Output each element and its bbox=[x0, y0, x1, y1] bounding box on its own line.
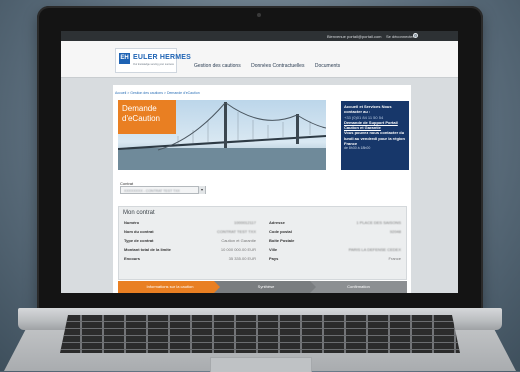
row-label-left: Type de contrat bbox=[124, 238, 154, 243]
row-value-right: 92048 bbox=[389, 229, 401, 234]
row-value-left: CONTRAT TEST TXX bbox=[217, 229, 256, 234]
user-welcome[interactable]: Bienvenue portail@portail.com bbox=[327, 34, 382, 39]
contact-title: Accueil et Services Nous contacter au : bbox=[344, 104, 392, 115]
row-label-right: Boîte Postale bbox=[269, 238, 295, 243]
row-value-right: PARIS LA DEFENSE CEDEX bbox=[348, 247, 401, 252]
main-nav: Gestion des cautions Données Contractuel… bbox=[194, 63, 349, 69]
contrat-selected-value: XXXXXXXX - CONTRAT TEST TXX bbox=[124, 188, 180, 193]
row-value-left: Caution et Garantie bbox=[221, 238, 256, 243]
contract-row: Nom du contrat CONTRAT TEST TXX Code pos… bbox=[119, 229, 406, 235]
euler-hermes-logo[interactable]: EH EULER HERMES Our knowledge serving yo… bbox=[115, 48, 191, 73]
nav-item-documents[interactable]: Documents bbox=[315, 63, 340, 69]
row-value-left: 1000012117 bbox=[234, 220, 256, 225]
chevron-down-icon[interactable]: ▾ bbox=[198, 186, 205, 194]
step-synthese[interactable]: Synthèse bbox=[214, 281, 318, 293]
contract-row: Encours 35 335.00 EUR Pays France bbox=[119, 256, 406, 262]
breadcrumb[interactable]: Accueil > Gestion des cautions > Demande… bbox=[115, 91, 200, 95]
logo-tagline: Our knowledge serving your success bbox=[133, 63, 174, 66]
gear-icon[interactable]: ⚙ bbox=[413, 33, 418, 38]
row-label-right: Ville bbox=[269, 247, 278, 252]
row-value-left: 35 335.00 EUR bbox=[228, 256, 256, 261]
nav-item-donnees-contractuelles[interactable]: Données Contractuelles bbox=[251, 63, 304, 69]
row-value-left: 10 000 000.00 EUR bbox=[220, 247, 256, 252]
row-value-right: 1 PLACE DES SAISONS bbox=[356, 220, 401, 225]
trackpad bbox=[210, 357, 312, 372]
hero-banner: Demande d'eCaution bbox=[118, 100, 326, 170]
keyboard-rows bbox=[60, 315, 460, 353]
row-label-left: Montant total de la limite bbox=[124, 247, 171, 252]
logo-name: EULER HERMES bbox=[133, 54, 192, 61]
logo-mark: EH bbox=[119, 53, 130, 64]
browser-screen: Bienvenue portail@portail.com Se déconne… bbox=[61, 31, 458, 293]
row-label-right: Adresse bbox=[269, 220, 285, 225]
hero-title-line2: d'eCaution bbox=[122, 114, 160, 123]
top-bar: Bienvenue portail@portail.com Se déconne… bbox=[61, 31, 458, 41]
contrat-select[interactable]: XXXXXXXX - CONTRAT TEST TXX ▾ bbox=[120, 186, 206, 194]
row-value-right: France bbox=[388, 256, 401, 261]
user-links: Bienvenue portail@portail.com Se déconne… bbox=[327, 34, 414, 39]
mon-contrat-title: Mon contrat bbox=[123, 210, 155, 216]
row-label-right: Pays bbox=[269, 256, 279, 261]
contact-hours-intro: Vous pouvez nous contacter du lundi au v… bbox=[344, 130, 405, 147]
support-link[interactable]: Demande de Support Portail Caution et Ga… bbox=[344, 120, 406, 131]
hero-title-badge: Demande d'eCaution bbox=[118, 100, 176, 134]
hero-title-line1: Demande bbox=[122, 104, 157, 113]
row-label-right: Code postal bbox=[269, 229, 292, 234]
step-confirmation[interactable]: Confirmation bbox=[310, 281, 407, 293]
row-label-left: Encours bbox=[124, 256, 141, 261]
contract-row: Numéro 1000012117 Adresse 1 PLACE DES SA… bbox=[119, 220, 406, 226]
step-informations[interactable]: Informations sur la caution bbox=[118, 281, 222, 293]
contract-row: Type de contrat Caution et Garantie Boît… bbox=[119, 238, 406, 244]
row-label-left: Nom du contrat bbox=[124, 229, 154, 234]
contact-hours: de 8h30 à 18h00 bbox=[344, 146, 371, 151]
progress-steps: Informations sur la caution Synthèse Con… bbox=[118, 281, 407, 293]
contract-row: Montant total de la limite 10 000 000.00… bbox=[119, 247, 406, 253]
logout-link[interactable]: Se déconnecter bbox=[386, 34, 414, 39]
nav-item-gestion-cautions[interactable]: Gestion des cautions bbox=[194, 63, 241, 69]
webcam bbox=[257, 13, 261, 17]
row-label-left: Numéro bbox=[124, 220, 140, 225]
contact-panel: Accueil et Services Nous contacter au : … bbox=[341, 101, 409, 170]
mon-contrat-box: Mon contrat Numéro 1000012117 Adresse 1 … bbox=[118, 206, 407, 280]
